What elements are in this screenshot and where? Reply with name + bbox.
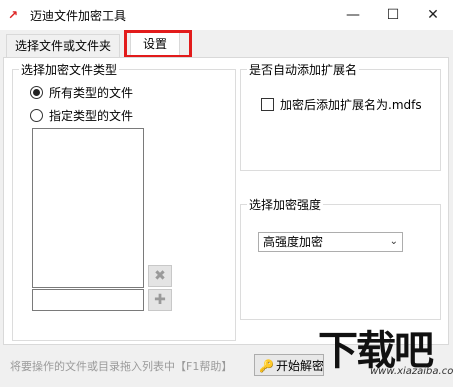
- extension-group-title: 是否自动添加扩展名: [247, 61, 360, 78]
- settings-panel: 选择加密文件类型 所有类型的文件 指定类型的文件 ✖ ✚ 是否自动添加扩展名 加…: [3, 57, 449, 345]
- strength-select-value: 高强度加密: [263, 235, 324, 249]
- radio-all-types-label: 所有类型的文件: [49, 86, 134, 100]
- file-type-group: 选择加密文件类型 所有类型的文件 指定类型的文件 ✖ ✚: [12, 61, 236, 341]
- extension-input[interactable]: [32, 289, 144, 311]
- extension-group: 是否自动添加扩展名 加密后添加扩展名为.mdfs: [240, 61, 441, 171]
- add-extension-label: 加密后添加扩展名为.mdfs: [280, 98, 422, 112]
- strength-select[interactable]: 高强度加密 ⌄: [258, 232, 403, 252]
- radio-specific-types-indicator[interactable]: [30, 109, 43, 122]
- delete-icon: ✖: [154, 268, 166, 284]
- radio-specific-types[interactable]: 指定类型的文件: [30, 107, 133, 124]
- radio-all-types[interactable]: 所有类型的文件: [30, 84, 133, 101]
- watermark: 下载吧 www.xiazaiba.com: [318, 318, 453, 384]
- add-extension-button[interactable]: ✚: [148, 289, 172, 311]
- strength-group: 选择加密强度 高强度加密 ⌄: [240, 196, 441, 320]
- start-decrypt-button[interactable]: 🔑 开始解密: [254, 354, 324, 376]
- file-type-group-title: 选择加密文件类型: [19, 61, 120, 78]
- radio-specific-types-label: 指定类型的文件: [49, 109, 134, 123]
- add-icon: ✚: [154, 292, 166, 308]
- delete-extension-button[interactable]: ✖: [148, 265, 172, 287]
- start-decrypt-label: 开始解密: [275, 359, 324, 373]
- status-hint: 将要操作的文件或目录拖入列表中【F1帮助】: [10, 360, 233, 373]
- key-icon: 🔑: [259, 359, 274, 373]
- watermark-url: www.xiazaiba.com: [370, 366, 453, 377]
- radio-all-types-indicator[interactable]: [30, 86, 43, 99]
- strength-group-title: 选择加密强度: [247, 196, 324, 213]
- add-extension-checkbox-box[interactable]: [261, 98, 274, 111]
- chevron-down-icon: ⌄: [389, 236, 398, 247]
- extension-list[interactable]: [32, 128, 144, 288]
- add-extension-checkbox[interactable]: 加密后添加扩展名为.mdfs: [261, 96, 422, 113]
